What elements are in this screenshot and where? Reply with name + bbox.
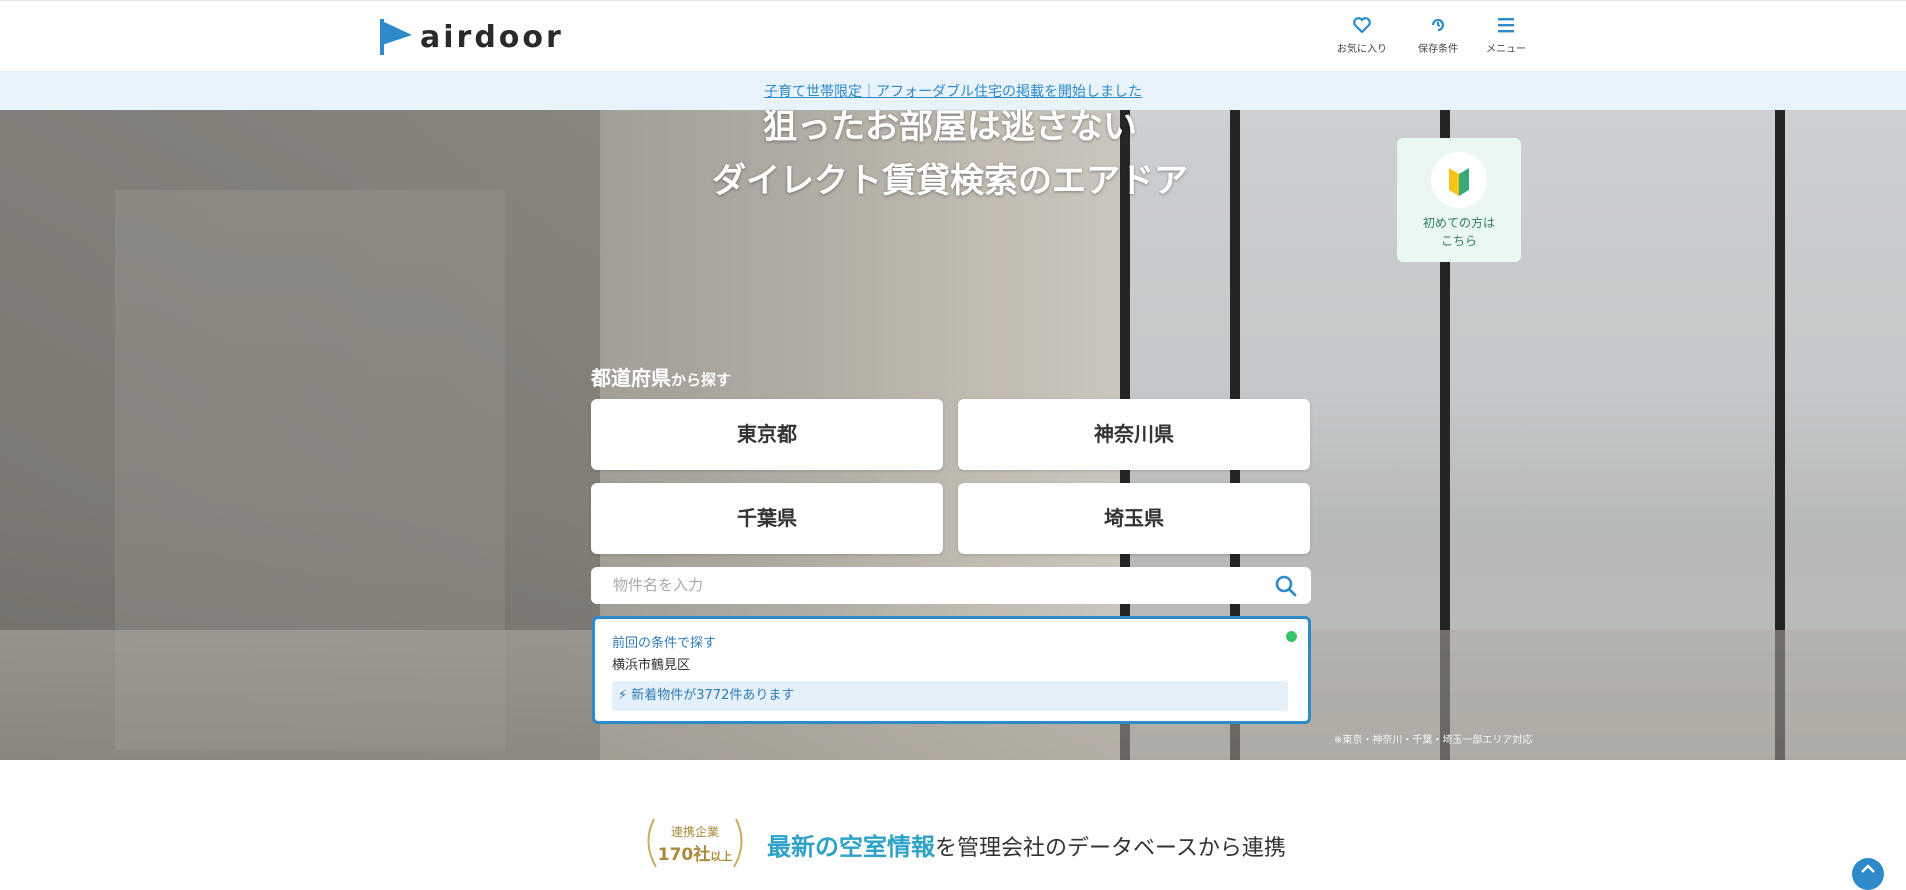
favorites-label: お気に入り <box>1337 44 1387 55</box>
scroll-to-top-button[interactable] <box>1852 858 1884 890</box>
airdoor-logo[interactable]: airdoor <box>380 19 564 55</box>
prefecture-button-chiba[interactable]: 千葉県 <box>591 483 943 554</box>
search-icon[interactable] <box>1275 575 1297 597</box>
beginner-label-line2: こちら <box>1440 234 1477 248</box>
recent-search-title: 前回の条件で探す <box>612 636 717 651</box>
hamburger-menu-icon <box>1498 18 1514 33</box>
prefecture-button-saitama[interactable]: 埼玉県 <box>958 483 1310 554</box>
tagline-highlight: 最新の空室情報 <box>767 833 935 861</box>
new-listings-notice: ⚡ 新着物件が3772件あります <box>612 681 1288 711</box>
menu-button[interactable]: メニュー <box>1476 17 1536 56</box>
prefecture-section-label: 都道府県から探す <box>591 362 731 391</box>
new-status-dot <box>1286 631 1297 642</box>
recent-search-area: 横浜市鶴見区 <box>612 658 691 673</box>
prefecture-label-main: 都道府県 <box>591 366 671 390</box>
laurel-icon <box>647 818 743 868</box>
tagline-rest: を管理会社のデータベースから連携 <box>935 836 1286 861</box>
beginner-guide-button[interactable]: 初めての方は こちら <box>1397 138 1521 262</box>
saved-conditions-label: 保存条件 <box>1418 44 1458 55</box>
site-header: airdoor お気に入り 保存条件 メニュー <box>0 0 1906 71</box>
partner-count-badge: 連携企業 170社以上 <box>640 815 750 871</box>
hero-title-line2: ダイレクト賃貸検索のエアドア <box>712 161 1188 201</box>
heart-icon <box>1353 17 1371 33</box>
property-name-input[interactable] <box>611 575 1235 595</box>
prefecture-label-suffix: から探す <box>671 371 732 389</box>
saved-conditions-button[interactable]: 保存条件 <box>1408 17 1468 56</box>
history-icon <box>1431 18 1445 32</box>
menu-label: メニュー <box>1486 44 1526 55</box>
announcement-link[interactable]: 子育て世帯限定｜アフォーダブル住宅の掲載を開始しました <box>764 84 1142 100</box>
chevron-up-icon <box>1861 864 1875 873</box>
prefecture-button-kanagawa[interactable]: 神奈川県 <box>958 399 1310 470</box>
hero-title: 狙ったお部屋は逃さない ダイレクト賃貸検索のエアドア <box>700 100 1200 208</box>
property-search-box <box>591 567 1311 604</box>
beginner-leaf-icon <box>1449 168 1469 196</box>
recent-search-card[interactable]: 前回の条件で探す 横浜市鶴見区 ⚡ 新着物件が3772件あります <box>592 616 1311 724</box>
hero-title-line1: 狙ったお部屋は逃さない <box>763 107 1137 147</box>
coverage-note: ※東京・神奈川・千葉・埼玉一部エリア対応 <box>1334 735 1533 746</box>
logo-text: airdoor <box>420 19 564 55</box>
logo-flag-icon <box>380 19 412 55</box>
favorites-button[interactable]: お気に入り <box>1332 17 1392 56</box>
partners-tagline: 最新の空室情報を管理会社のデータベースから連携 <box>767 827 1286 862</box>
beginner-label-line1: 初めての方は <box>1422 216 1495 230</box>
prefecture-button-tokyo[interactable]: 東京都 <box>591 399 943 470</box>
beginner-badge <box>1431 152 1487 208</box>
